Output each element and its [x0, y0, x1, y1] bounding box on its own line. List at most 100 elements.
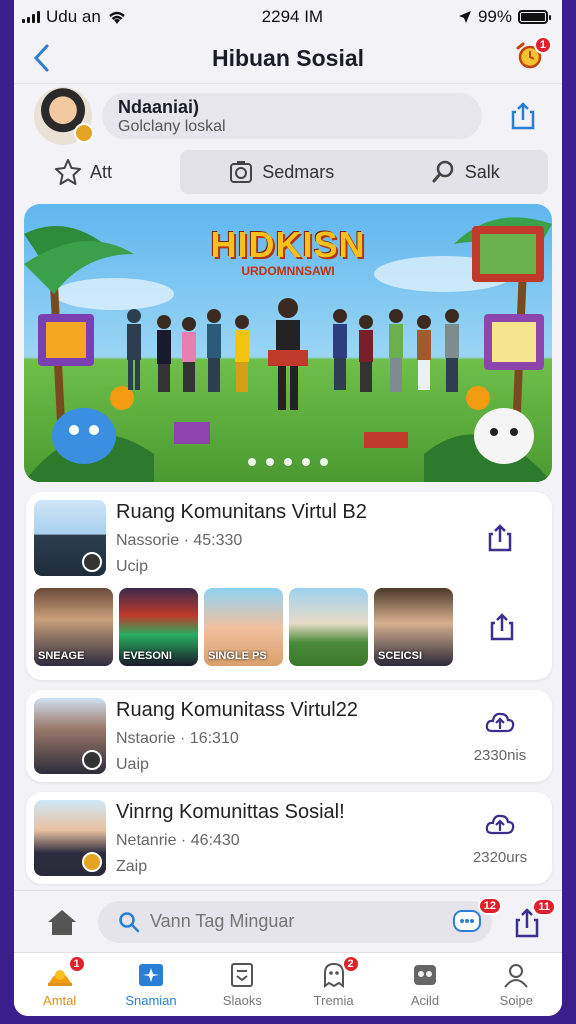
status-dot	[74, 123, 94, 143]
star-icon	[55, 159, 81, 185]
signal-icon	[22, 11, 40, 23]
nav-badge: 2	[341, 955, 360, 973]
nav-acild[interactable]: Acild	[379, 953, 470, 1016]
avatar[interactable]	[34, 87, 94, 145]
document-icon	[231, 963, 254, 987]
tab-group: Sedmars Salk	[180, 150, 548, 194]
carousel-dots[interactable]	[24, 458, 552, 466]
post-thumbnail-badge	[82, 750, 102, 770]
carousel-dot[interactable]	[248, 458, 256, 466]
post-subline: Zaip	[116, 857, 148, 875]
nav-slaoks[interactable]: Slaoks	[197, 953, 288, 1016]
bottom-nav: 1 Amtal Snamian Slaoks 2 Tremia Acild So…	[14, 952, 562, 1016]
share-network-button[interactable]: 11	[512, 897, 556, 938]
nav-tremia[interactable]: 2 Tremia	[288, 953, 379, 1016]
app-header: Hibuan Sosial 1	[14, 34, 562, 84]
gallery-photo-caption: SINGLE PS	[208, 650, 267, 662]
location-icon	[458, 11, 471, 23]
back-button[interactable]	[28, 40, 54, 76]
gallery-photo[interactable]	[289, 588, 368, 666]
share-icon[interactable]	[485, 523, 515, 553]
tab-sedmars-label: Sedmars	[262, 161, 335, 182]
user-icon	[504, 964, 529, 988]
tab-salk-label: Salk	[464, 161, 500, 182]
share-icon[interactable]	[487, 612, 517, 642]
post-subline: Ucip	[116, 557, 149, 575]
chat-bubble-icon	[453, 909, 481, 932]
carousel-dot[interactable]	[320, 458, 328, 466]
view-count: 2320urs	[472, 848, 528, 866]
post-card[interactable]: Ruang Komunitass Virtul22 Nstaorie · 16:…	[26, 690, 552, 782]
carrier-name: Udu an	[46, 7, 101, 26]
post-thumbnail[interactable]	[34, 800, 106, 876]
sparkle-card-icon	[138, 964, 163, 986]
game-controller-icon	[413, 965, 436, 985]
gallery-photo[interactable]: EVESONI	[119, 588, 198, 666]
people-group	[127, 298, 459, 410]
tab-att[interactable]: Att	[54, 150, 174, 194]
post-thumbnail-badge	[82, 852, 102, 872]
home-icon[interactable]	[46, 907, 78, 937]
nav-label: Acild	[410, 993, 440, 1008]
profile-name: Ndaaniai)	[118, 96, 200, 117]
search-icon	[119, 911, 140, 932]
nav-soipe[interactable]: Soipe	[471, 953, 562, 1016]
profile-pill[interactable]: Ndaaniai) Golclany loskal	[102, 93, 482, 139]
post-card[interactable]: Ruang Komunitans Virtul B2 Nassorie · 45…	[26, 492, 552, 680]
carousel-dot[interactable]	[302, 458, 310, 466]
post-meta: Nstaorie · 16:310	[116, 729, 239, 747]
post-thumbnail[interactable]	[34, 698, 106, 774]
post-meta: Netanrie · 46:430	[116, 831, 240, 849]
gallery-photo-caption: SNEAGE	[38, 650, 85, 662]
wifi-icon	[109, 11, 125, 24]
profile-row: Ndaaniai) Golclany loskal	[14, 84, 562, 148]
post-title: Ruang Komunitass Virtul22	[116, 698, 358, 721]
tab-att-label: Att	[90, 161, 113, 182]
status-time: 2294 IM	[261, 7, 324, 26]
gallery-photo-caption: SCEICSI	[378, 650, 423, 662]
chat-button[interactable]: 12	[452, 896, 502, 937]
post-meta: Nassorie · 45:330	[116, 531, 243, 549]
gallery-photo[interactable]: SINGLE PS	[204, 588, 283, 666]
notification-badge: 1	[533, 36, 552, 54]
post-title: Vinrng Komunittas Sosial!	[116, 800, 345, 823]
banner-subtitle: URDOMNNSAWI	[241, 264, 335, 278]
post-title: Ruang Komunitans Virtul B2	[116, 500, 367, 523]
profile-subtitle: Golclany loskal	[118, 117, 226, 135]
post-thumbnail[interactable]	[34, 500, 106, 576]
view-count: 2330nis	[473, 746, 527, 764]
carousel-dot[interactable]	[284, 458, 292, 466]
photo-gallery: SNEAGE EVESONI SINGLE PS SCEICSI	[26, 584, 552, 680]
gallery-photo[interactable]: SCEICSI	[374, 588, 453, 666]
nav-label: Soipe	[499, 993, 533, 1008]
search-icon	[432, 160, 453, 183]
carousel-dot[interactable]	[266, 458, 274, 466]
tab-salk[interactable]: Salk	[431, 150, 500, 194]
nav-label: Slaoks	[222, 993, 262, 1008]
chevron-left-icon	[33, 44, 49, 72]
tab-sedmars[interactable]: Sedmars	[228, 150, 334, 194]
cloud-upload-icon[interactable]	[485, 709, 515, 735]
search-field[interactable]: 12	[98, 896, 502, 943]
nav-amtal[interactable]: 1 Amtal	[14, 953, 105, 1016]
nav-snamian[interactable]: Snamian	[105, 953, 196, 1016]
share-badge: 11	[532, 897, 556, 916]
share-icon[interactable]	[508, 101, 538, 131]
post-card[interactable]: Vinrng Komunittas Sosial! Netanrie · 46:…	[26, 792, 552, 884]
chat-badge: 12	[477, 896, 502, 915]
hero-banner[interactable]: HIDKISN URDOMNNSAWI	[24, 204, 552, 482]
phone-screen: Udu an 2294 IM 99% Hibuan Sosial 1 Ndaan…	[14, 0, 562, 1016]
notifications-button[interactable]: 1	[514, 36, 552, 72]
banner-title: HIDKISN	[210, 224, 366, 265]
nav-label: Amtal	[43, 993, 77, 1008]
cloud-upload-icon[interactable]	[485, 811, 515, 837]
post-subline: Uaip	[116, 755, 149, 773]
status-bar: Udu an 2294 IM 99%	[14, 0, 562, 34]
camera-icon	[230, 161, 253, 183]
battery-percent: 99%	[477, 7, 512, 26]
page-title: Hibuan Sosial	[211, 45, 365, 71]
nav-badge: 1	[67, 955, 86, 973]
search-input[interactable]	[150, 911, 442, 932]
gallery-photo[interactable]: SNEAGE	[34, 588, 113, 666]
tab-bar: Att Sedmars Salk	[14, 148, 562, 196]
